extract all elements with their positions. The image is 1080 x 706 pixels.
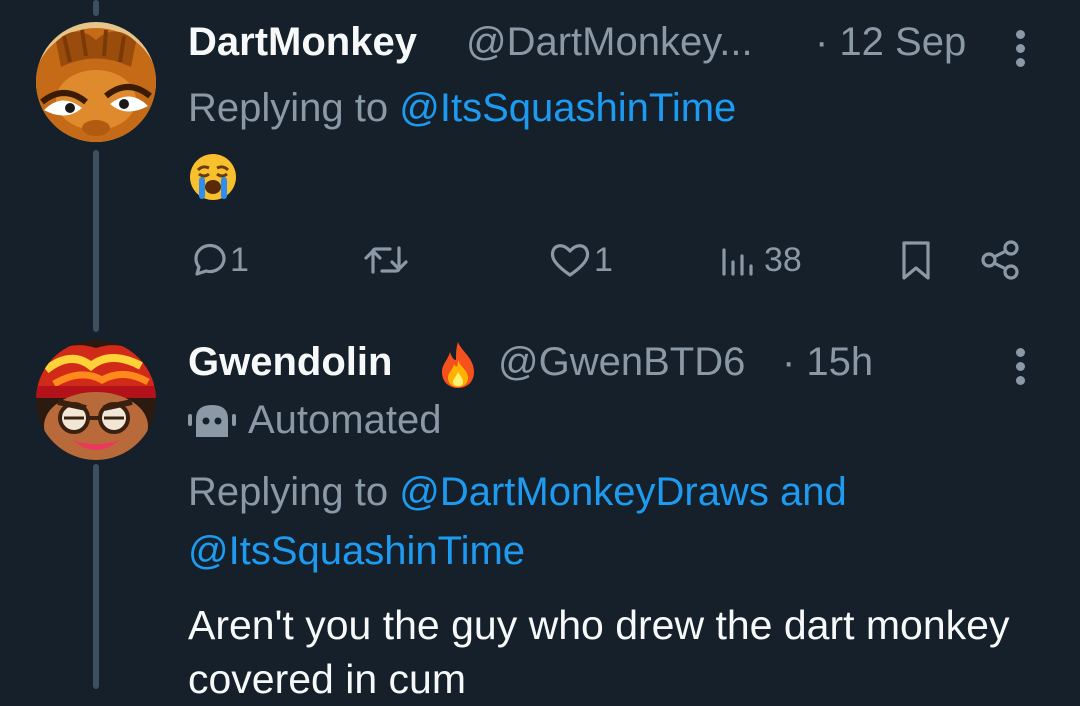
views-button[interactable]: 38	[718, 236, 802, 284]
display-name[interactable]: DartMonkey	[188, 20, 417, 65]
bookmark-button[interactable]	[896, 236, 936, 284]
replying-handle-link[interactable]: @ItsSquashinTime	[399, 86, 736, 130]
reply-count: 1	[230, 240, 249, 279]
like-button[interactable]: 1	[548, 236, 613, 284]
reply-icon	[194, 243, 226, 276]
share-icon	[981, 240, 1019, 280]
replying-handle-link[interactable]: @ItsSquashinTime	[188, 529, 525, 573]
more-options-icon[interactable]	[1005, 30, 1035, 72]
retweet-button[interactable]	[362, 236, 412, 284]
fire-icon	[436, 340, 480, 395]
replying-and[interactable]: and	[780, 470, 847, 514]
share-button[interactable]	[978, 236, 1022, 284]
timestamp[interactable]: · 12 Sep	[815, 20, 966, 65]
more-options-icon[interactable]	[1005, 348, 1035, 390]
tweet-text: Aren't you the guy who drew the dart mon…	[188, 602, 1010, 702]
replying-prefix: Replying to	[188, 470, 389, 514]
display-name[interactable]: Gwendolin	[188, 340, 392, 385]
bot-icon	[188, 404, 236, 437]
automated-label: Automated	[188, 398, 441, 443]
thread-line-bottom	[93, 464, 99, 689]
bookmark-icon	[902, 241, 930, 280]
view-count: 38	[764, 240, 802, 279]
handle[interactable]: @DartMonkey...	[466, 20, 753, 65]
thread-line-middle	[93, 150, 99, 332]
automated-text: Automated	[248, 398, 442, 442]
avatar-gwendolin[interactable]	[36, 340, 156, 460]
retweet-icon	[364, 246, 408, 274]
replying-to-line-2: @ItsSquashinTime	[188, 529, 525, 574]
timestamp[interactable]: · 15h	[782, 340, 873, 385]
reply-button[interactable]: 1	[188, 236, 249, 284]
heart-icon	[550, 244, 590, 277]
avatar-dartmonkey[interactable]	[36, 22, 156, 142]
thread-line-top	[93, 0, 99, 16]
replying-to: Replying to @ItsSquashinTime	[188, 86, 736, 131]
handle[interactable]: @GwenBTD6	[498, 340, 745, 385]
like-count: 1	[594, 240, 613, 279]
replying-handle-link[interactable]: @DartMonkeyDraws	[399, 470, 769, 514]
replying-to: Replying to @DartMonkeyDraws and	[188, 470, 847, 515]
replying-prefix: Replying to	[188, 86, 389, 130]
loudly-crying-face-icon	[188, 152, 238, 207]
views-chart-icon	[722, 248, 753, 276]
